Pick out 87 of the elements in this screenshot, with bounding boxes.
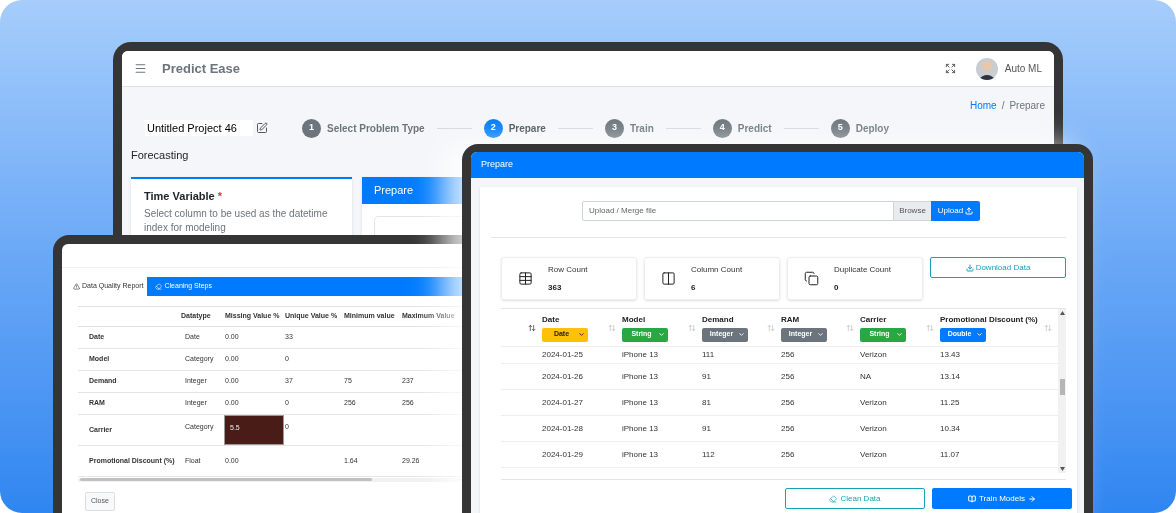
column-header: Date bbox=[542, 313, 561, 326]
breadcrumb-link[interactable]: Home bbox=[969, 97, 997, 113]
chevron-icon bbox=[896, 331, 903, 338]
edit-icon[interactable] bbox=[256, 122, 268, 134]
column-header: Model bbox=[622, 313, 647, 326]
stat-value: 0 bbox=[834, 281, 840, 294]
browse-button[interactable]: Browse bbox=[894, 201, 931, 221]
table-cell-text: Verizon bbox=[860, 448, 888, 461]
table-cell-text: 112 bbox=[702, 448, 716, 461]
stat-label: Duplicate Count bbox=[834, 263, 891, 276]
stepper-step[interactable]: 2 Prepare bbox=[483, 118, 546, 138]
eraser-icon bbox=[829, 494, 838, 503]
project-name-field[interactable]: Untitled Project 46 bbox=[145, 120, 253, 136]
stepper-step[interactable]: 3 Train bbox=[604, 118, 654, 138]
table-cell-text: 11.25 bbox=[940, 396, 961, 409]
chevron-icon bbox=[578, 331, 585, 338]
breadcrumb-current: Prepare bbox=[1009, 98, 1045, 113]
stepper-step[interactable]: 4 Predict bbox=[712, 118, 772, 138]
fullscreen-icon[interactable] bbox=[944, 63, 956, 74]
table-cell-text: iPhone 13 bbox=[622, 422, 660, 435]
table-cell-text: 256 bbox=[781, 349, 796, 361]
table-cell-text: iPhone 13 bbox=[622, 349, 660, 361]
table-cell-text: 256 bbox=[781, 370, 796, 383]
scrollbar-thumb[interactable] bbox=[1059, 379, 1065, 395]
window-header: Prepare bbox=[471, 152, 1084, 178]
upload-icon bbox=[965, 207, 974, 215]
stat-value: 6 bbox=[691, 281, 697, 294]
chevron-icon bbox=[817, 331, 824, 338]
table-cell-text: Verizon bbox=[860, 396, 888, 409]
table-cell-text: 256 bbox=[781, 448, 796, 461]
train-models-button[interactable]: Train Models bbox=[932, 488, 1072, 509]
table-cell-text: 91 bbox=[702, 370, 712, 383]
stepper-step[interactable]: 5 Deploy bbox=[830, 118, 890, 138]
column-header: Carrier bbox=[860, 313, 888, 326]
vertical-scrollbar[interactable] bbox=[1058, 309, 1066, 473]
columns-icon bbox=[660, 271, 676, 286]
stat-label: Column Count bbox=[691, 263, 743, 276]
copy-icon bbox=[803, 271, 819, 286]
table-cell-text: NA bbox=[860, 370, 873, 383]
table-icon bbox=[517, 271, 533, 286]
table-cell-text: 13.14 bbox=[940, 370, 962, 383]
arrow-icon bbox=[1027, 494, 1036, 503]
table-cell-text: iPhone 13 bbox=[622, 448, 660, 461]
sort-icon[interactable] bbox=[528, 323, 536, 332]
scroll-up-icon[interactable] bbox=[1059, 311, 1065, 315]
user-name: Auto ML bbox=[1004, 62, 1042, 76]
table-cell-text: 111 bbox=[702, 349, 716, 361]
stat-label: Row Count bbox=[548, 263, 588, 276]
eraser-icon bbox=[155, 283, 163, 290]
column-header: Demand bbox=[702, 313, 735, 326]
stepper-step[interactable]: 1 Select Problem Type bbox=[302, 118, 425, 138]
scroll-down-icon[interactable] bbox=[1059, 467, 1065, 471]
card-title: Time Variable * bbox=[144, 189, 224, 204]
chevron-icon bbox=[658, 331, 665, 338]
table-cell-text: 256 bbox=[781, 396, 796, 409]
app-title: Predict Ease bbox=[162, 59, 241, 78]
column-header: Promotional Discount (%) bbox=[940, 313, 1039, 326]
warning-icon bbox=[73, 283, 80, 290]
book-icon bbox=[968, 494, 976, 503]
table-cell-text: 2024-01-26 bbox=[542, 370, 584, 383]
table-cell-text: 91 bbox=[702, 422, 712, 435]
table-cell-text: 2024-01-25 bbox=[542, 349, 584, 361]
clean-data-button[interactable]: Clean Data bbox=[785, 488, 925, 509]
table-cell-text: 2024-01-27 bbox=[542, 396, 584, 409]
avatar[interactable] bbox=[975, 57, 998, 80]
table-cell-text: iPhone 13 bbox=[622, 370, 660, 383]
download-icon bbox=[965, 263, 974, 272]
table-cell-text: Verizon bbox=[860, 422, 888, 435]
table-cell-text: 11.07 bbox=[940, 448, 961, 461]
table-cell-text: 10.34 bbox=[940, 422, 962, 435]
table-cell-text: 2024-01-28 bbox=[542, 422, 584, 435]
chevron-icon bbox=[976, 331, 983, 338]
table-cell-text: 13.43 bbox=[940, 349, 962, 361]
table-cell-text: 256 bbox=[781, 422, 796, 435]
stat-value: 363 bbox=[548, 281, 563, 294]
download-button[interactable]: Download Data bbox=[930, 257, 1066, 278]
menu-icon[interactable] bbox=[134, 62, 147, 75]
table-cell-text: Verizon bbox=[860, 349, 888, 361]
card-description: Select column to be used as the datetime index for modeling bbox=[144, 206, 329, 235]
table-cell-text: 2024-01-29 bbox=[542, 448, 584, 461]
breadcrumb-separator: / bbox=[1001, 98, 1005, 113]
chevron-icon bbox=[738, 331, 745, 338]
file-field[interactable]: Upload / Merge file bbox=[582, 201, 894, 221]
column-header: RAM bbox=[781, 313, 801, 326]
table-cell-text: 81 bbox=[702, 396, 712, 409]
table-cell-text: iPhone 13 bbox=[622, 396, 660, 409]
upload-button[interactable]: Upload bbox=[931, 201, 980, 221]
